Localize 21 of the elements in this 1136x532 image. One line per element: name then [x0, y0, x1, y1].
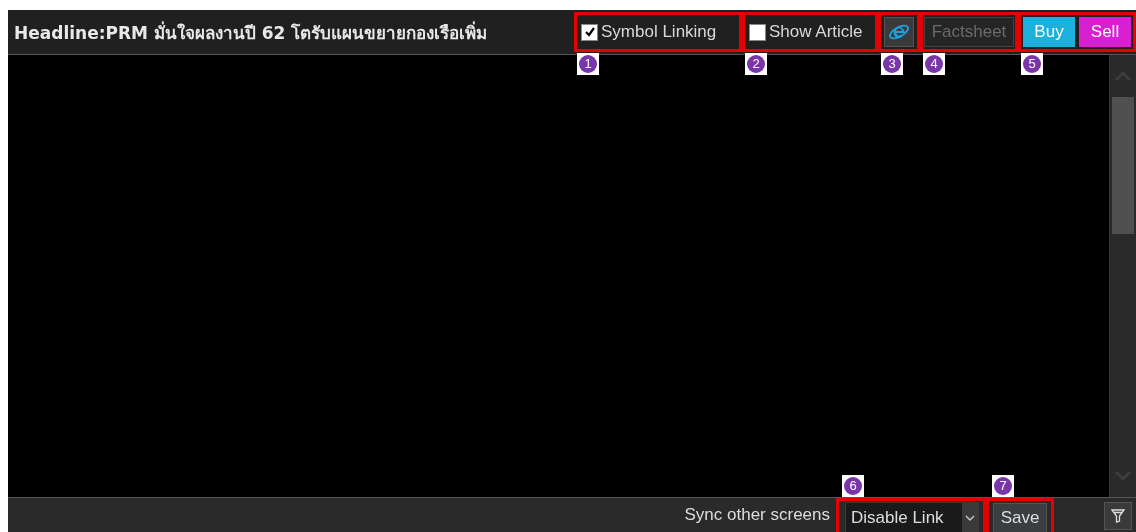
sync-label: Sync other screens	[684, 504, 831, 526]
checkbox[interactable]: Show Article	[749, 22, 863, 42]
filter-icon	[1111, 509, 1125, 523]
callout-badge: 5	[1021, 53, 1043, 75]
callout-badge: 4	[923, 53, 945, 75]
scrollbar-thumb[interactable]	[1112, 97, 1134, 234]
vertical-scrollbar[interactable]	[1109, 55, 1136, 497]
headline-text: Headline:PRM มั่นใจผลงานปี 62 โตรับแผนขยายกองเรือเพิ่ม	[13, 20, 489, 45]
browser-button[interactable]	[884, 17, 914, 47]
link-dropdown[interactable]: Disable Link	[845, 501, 979, 532]
callout-badge: 1	[577, 53, 599, 75]
callout-badge: 2	[745, 53, 767, 75]
callout-badge: 6	[842, 475, 864, 497]
filter-button[interactable]	[1104, 502, 1132, 530]
sell-button[interactable]: Sell	[1079, 17, 1131, 47]
checkbox[interactable]: Symbol Linking	[581, 22, 717, 42]
save-button[interactable]: Save	[993, 502, 1047, 532]
checkmark-icon	[583, 26, 596, 38]
caret-icon	[965, 514, 975, 521]
callout-badge: 3	[881, 53, 903, 75]
callout-badge: 7	[992, 475, 1014, 497]
